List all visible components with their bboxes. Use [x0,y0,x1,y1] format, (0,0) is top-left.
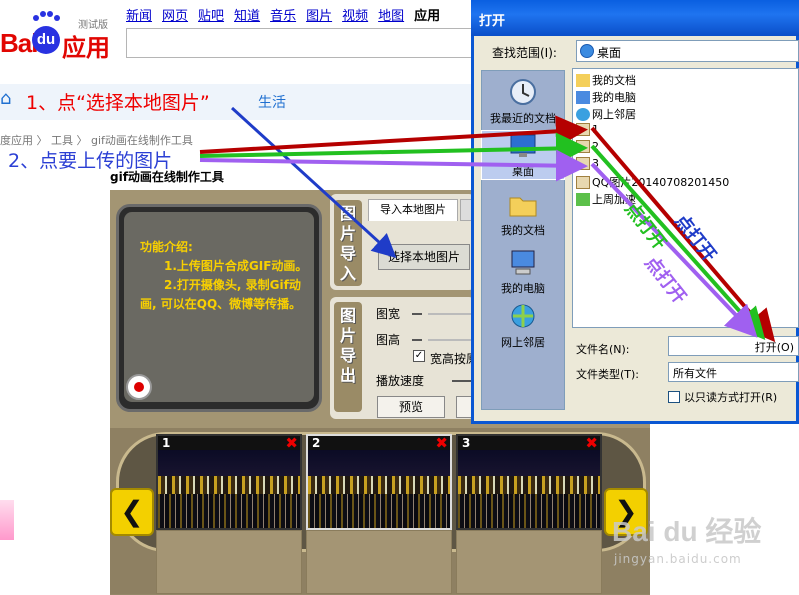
baidu-jingyan-watermark: Bai du 经验 [612,516,762,547]
watermark-url: jingyan.baidu.com [614,552,742,566]
arrow-choose [230,106,397,259]
arrow-file-3 [199,149,588,182]
